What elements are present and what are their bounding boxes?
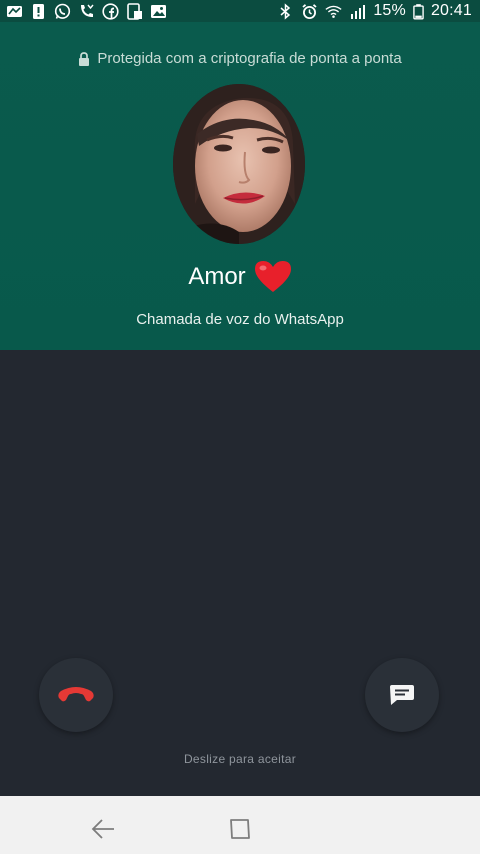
alarm-icon: [302, 3, 317, 19]
status-bar: 15% 20:41: [0, 0, 480, 22]
call-header: Protegida com a criptografia de ponta a …: [0, 22, 480, 350]
battery-percent: 15%: [373, 2, 406, 19]
call-actions-area: Deslize para aceitar: [0, 350, 480, 796]
battery-icon: [413, 3, 424, 20]
message-icon: [390, 685, 414, 705]
incoming-call-screen: 15% 20:41 Protegida com a criptografia d…: [0, 0, 480, 854]
encryption-text: Protegida com a criptografia de ponta a …: [97, 50, 402, 67]
reply-message-button[interactable]: [365, 658, 439, 732]
status-bar-left: [6, 2, 167, 20]
wifi-icon: [325, 5, 342, 18]
lock-icon: [79, 51, 90, 66]
screenshot-icon: [127, 2, 142, 20]
signal-icon: [351, 4, 366, 19]
missed-call-icon: [81, 4, 94, 17]
whatsapp-icon: [54, 3, 71, 19]
encryption-notice: Protegida com a criptografia de ponta a …: [0, 50, 480, 67]
contact-name-row: Amor: [0, 260, 480, 294]
back-arrow-icon: [91, 819, 114, 839]
decline-call-button[interactable]: [39, 658, 113, 732]
call-type-label: Chamada de voz do WhatsApp: [136, 311, 344, 328]
facebook-icon: [102, 2, 119, 20]
heart-icon: [254, 261, 291, 292]
recents-icon: [230, 819, 250, 839]
contact-avatar: [173, 84, 305, 244]
nav-recents-button[interactable]: [227, 816, 253, 842]
bluetooth-icon: [280, 2, 291, 20]
sim-icon: [7, 5, 22, 17]
alert-icon: [33, 3, 44, 19]
nav-back-button[interactable]: [90, 816, 116, 842]
status-time: 20:41: [430, 2, 472, 19]
status-bar-right: 15% 20:41: [277, 2, 472, 20]
system-nav-bar: [0, 796, 480, 854]
contact-name: Amor: [188, 263, 246, 290]
gallery-icon: [151, 4, 166, 18]
phone-hangup-icon: [58, 687, 94, 702]
swipe-hint: Deslize para aceitar: [183, 752, 297, 766]
avatar-photo: [173, 84, 305, 244]
